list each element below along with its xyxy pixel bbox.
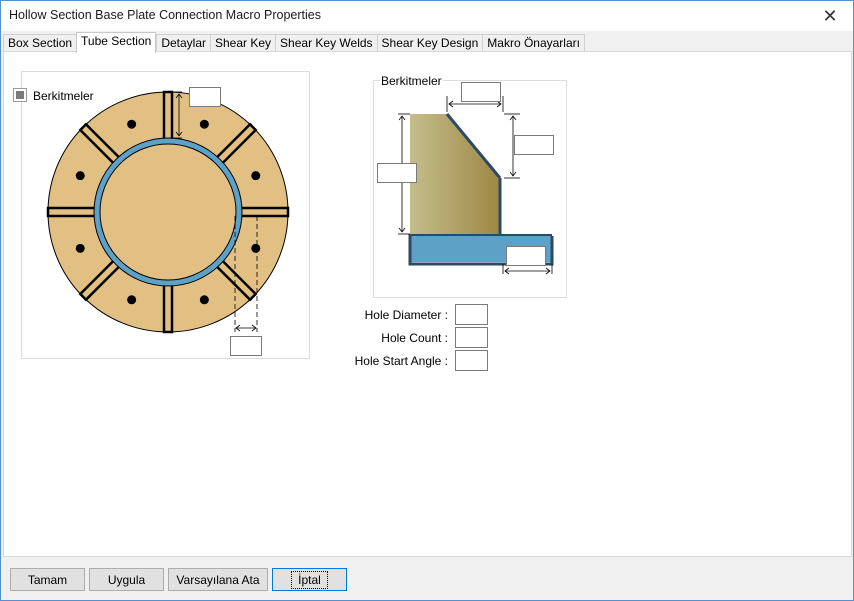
tube-section-panel: Berkitmeler Berkitmeler Hole Diameter: …	[3, 51, 852, 557]
tab-tube-section[interactable]: Tube Section	[76, 32, 157, 53]
cancel-button[interactable]: İptal	[272, 568, 347, 591]
stiffener-plate	[162, 280, 174, 334]
hole-start-angle-input[interactable]	[455, 350, 488, 371]
dialog-window: Hollow Section Base Plate Connection Mac…	[0, 0, 854, 601]
stiffener-height-input[interactable]	[189, 87, 221, 107]
stiffeners-checkbox[interactable]	[13, 88, 27, 102]
cancel-button-label: İptal	[291, 570, 328, 589]
apply-button[interactable]: Uygula	[89, 568, 164, 591]
ok-button-label: Tamam	[27, 572, 68, 587]
tab-strip: Box Section Tube Section Detaylar Shear …	[3, 32, 585, 53]
apply-button-label: Uygula	[107, 572, 146, 587]
hole-diameter-input[interactable]	[455, 304, 488, 325]
hole-count-input[interactable]	[455, 327, 488, 348]
anchor-hole	[199, 295, 209, 305]
stiffener-top-width-input[interactable]	[461, 82, 501, 102]
stiffener-height-input-2[interactable]	[377, 163, 417, 183]
hole-count-label: Hole Count :	[381, 331, 448, 345]
ok-button[interactable]: Tamam	[10, 568, 85, 591]
stiffener-plate	[162, 90, 174, 144]
hole-edge-distance-input[interactable]	[230, 336, 262, 356]
anchor-hole	[75, 243, 85, 253]
anchor-hole	[75, 171, 85, 181]
hole-start-angle-label: Hole Start Angle :	[354, 354, 448, 368]
defaults-button[interactable]: Varsayılana Ata	[168, 568, 268, 591]
stiffener-offset-input[interactable]	[506, 246, 546, 266]
button-bar: Tamam Uygula Varsayılana Ata İptal	[1, 558, 853, 600]
stiffener-plate	[236, 206, 290, 218]
anchor-hole	[127, 295, 137, 305]
stiffener-chamfer-height-input[interactable]	[514, 135, 554, 155]
anchor-hole	[199, 119, 209, 129]
hole-diameter-label: Hole Diameter :	[364, 308, 448, 322]
defaults-button-label: Varsayılana Ata	[176, 572, 260, 587]
title-bar: Hollow Section Base Plate Connection Mac…	[1, 1, 853, 31]
base-plate-plan-drawing	[46, 90, 290, 334]
anchor-hole	[251, 243, 261, 253]
stiffener-plate	[46, 206, 100, 218]
window-title: Hollow Section Base Plate Connection Mac…	[9, 8, 321, 22]
anchor-hole	[127, 119, 137, 129]
anchor-hole	[251, 171, 261, 181]
close-icon[interactable]: ✕	[807, 1, 853, 31]
